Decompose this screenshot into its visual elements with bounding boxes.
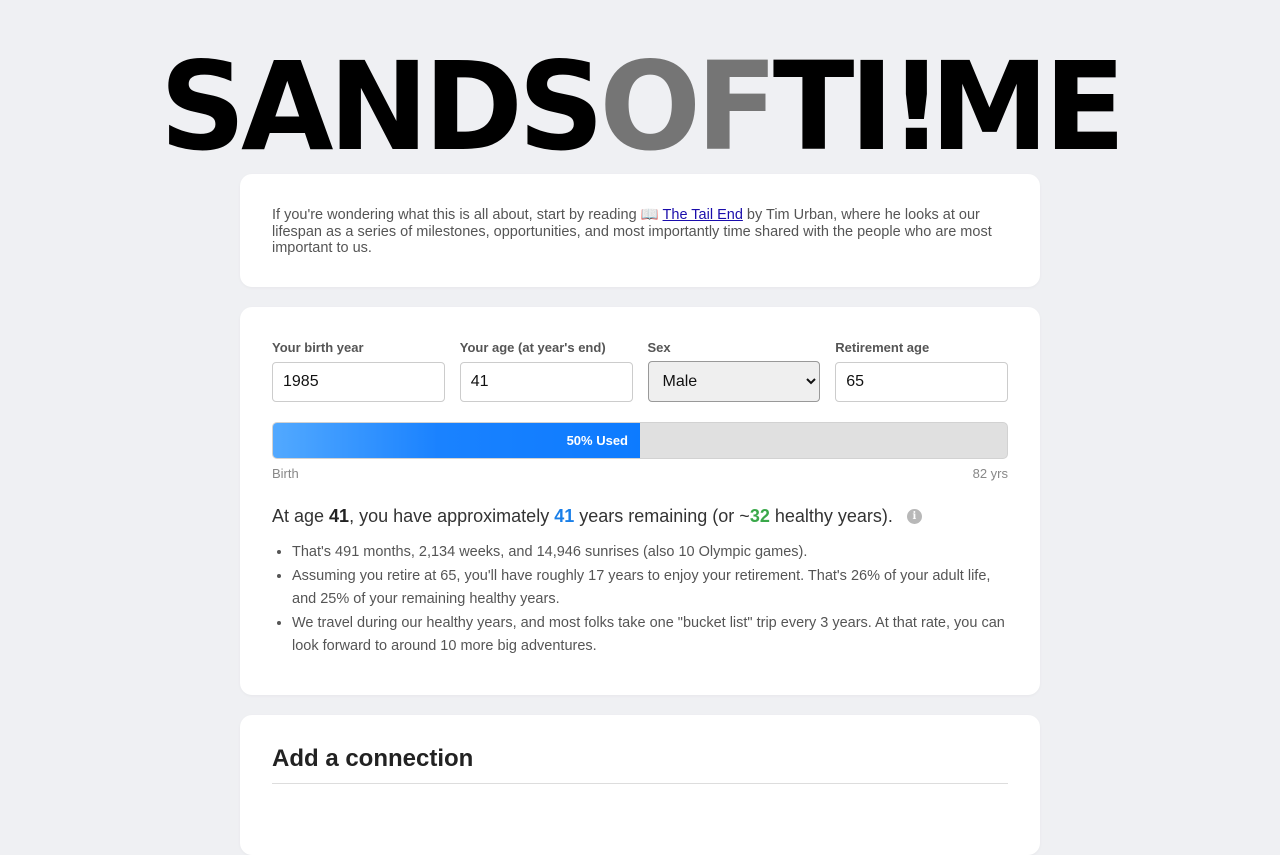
add-connection-card: Add a connection <box>240 715 1040 855</box>
book-icon: 📖 <box>640 207 659 223</box>
summary-age: 41 <box>329 506 350 526</box>
logo-exclaim: ! <box>888 36 943 178</box>
facts-list: That's 491 months, 2,134 weeks, and 14,9… <box>272 541 1008 658</box>
progress-fill: 50% Used <box>273 423 640 458</box>
summary-headline: At age 41, you have approximately 41 yea… <box>272 506 1008 527</box>
summary-text-1: At age <box>272 506 330 526</box>
page: SANDSOFTI!ME If you're wondering what th… <box>160 0 1126 855</box>
logo-text: SANDSOFTI!ME <box>160 46 1126 168</box>
retirement-input[interactable] <box>835 362 1008 402</box>
logo-sands: SANDS <box>159 36 604 178</box>
progress-label: 50% Used <box>566 433 628 448</box>
intro-text-before: If you're wondering what this is all abo… <box>272 207 641 223</box>
age-input[interactable] <box>459 362 633 402</box>
list-item: That's 491 months, 2,134 weeks, and 14,9… <box>292 541 1008 564</box>
summary-text-4: healthy years). <box>769 506 893 526</box>
scale-start: Birth <box>272 466 299 481</box>
input-fields: Your birth year Your age (at year's end)… <box>272 340 1008 402</box>
birth-year-field: Your birth year <box>272 340 445 402</box>
summary-text-2: , you have approximately <box>349 506 555 526</box>
list-item: Assuming you retire at 65, you'll have r… <box>292 565 1008 611</box>
add-connection-title: Add a connection <box>272 745 1008 784</box>
age-field: Your age (at year's end) <box>459 340 633 402</box>
sex-label: Sex <box>647 340 671 355</box>
summary-text-3: years remaining (or ~ <box>574 506 750 526</box>
age-label: Your age (at year's end) <box>459 340 606 355</box>
logo: SANDSOFTI!ME <box>160 0 1126 174</box>
retirement-label: Retirement age <box>835 340 930 355</box>
summary-years-remaining: 41 <box>554 506 575 526</box>
retirement-field: Retirement age <box>835 340 1008 402</box>
calculator-card: Your birth year Your age (at year's end)… <box>240 307 1040 695</box>
logo-of: OF <box>599 36 777 178</box>
birth-year-label: Your birth year <box>272 340 364 355</box>
logo-ti: TI <box>772 36 894 178</box>
info-icon[interactable]: i <box>906 509 922 524</box>
summary-healthy-years: 32 <box>749 506 770 526</box>
list-item: We travel during our healthy years, and … <box>292 612 1008 658</box>
life-progress-bar: 50% Used <box>272 422 1008 459</box>
sex-select[interactable]: Male <box>647 361 821 402</box>
logo-me: ME <box>929 36 1126 178</box>
scale-end: 82 yrs <box>972 466 1008 481</box>
intro-card: If you're wondering what this is all abo… <box>240 174 1040 287</box>
progress-scale: Birth 82 yrs <box>272 466 1008 481</box>
sex-field: Sex Male <box>647 340 821 402</box>
tail-end-link[interactable]: The Tail End <box>663 207 743 223</box>
birth-year-input[interactable] <box>272 362 445 402</box>
